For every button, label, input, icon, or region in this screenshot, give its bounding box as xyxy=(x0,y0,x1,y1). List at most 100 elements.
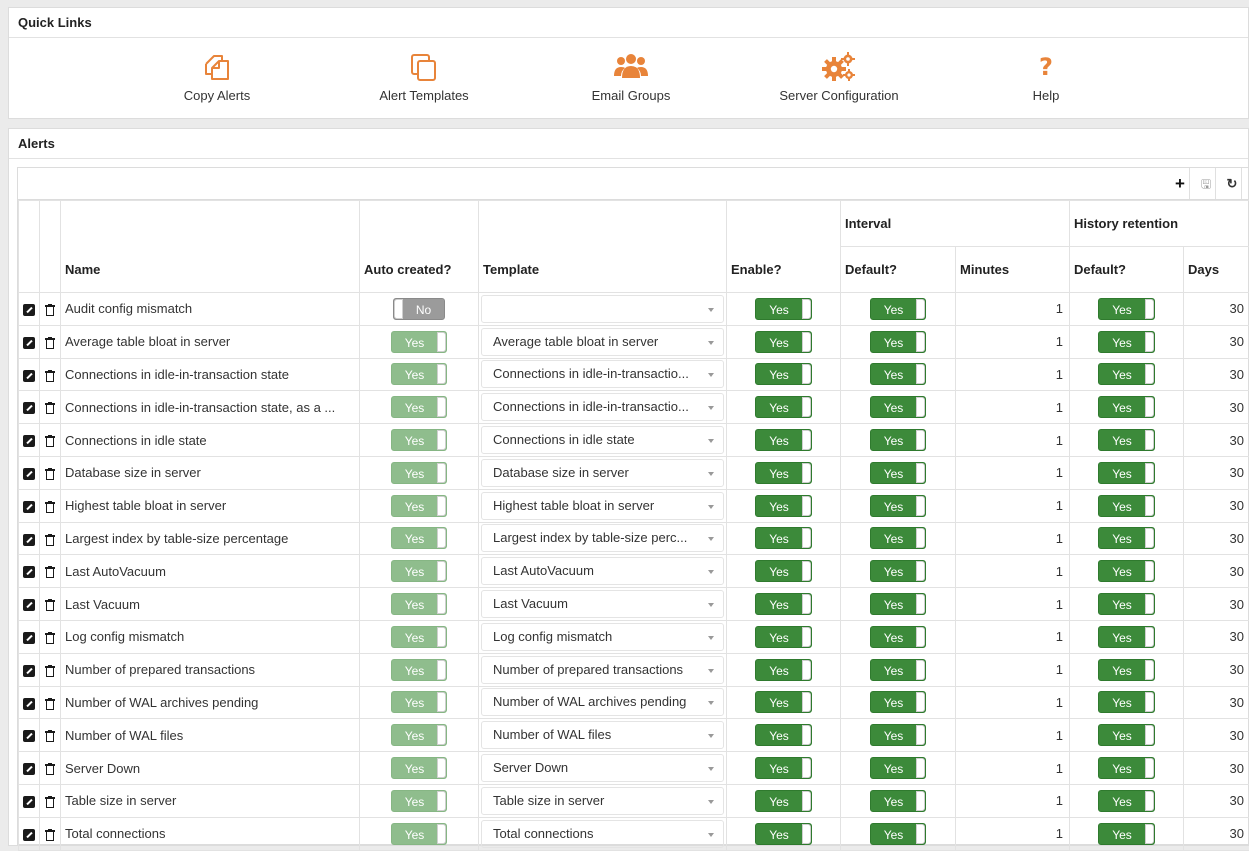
history-default-toggle[interactable]: Yes xyxy=(1098,724,1155,746)
trash-icon[interactable] xyxy=(45,402,55,414)
trash-icon[interactable] xyxy=(45,763,55,775)
trash-icon[interactable] xyxy=(45,304,55,316)
edit-icon[interactable] xyxy=(23,337,35,349)
enable-toggle[interactable]: Yes xyxy=(755,495,812,517)
history-default-toggle[interactable]: Yes xyxy=(1098,757,1155,779)
interval-minutes[interactable]: 1 xyxy=(956,293,1070,326)
trash-icon[interactable] xyxy=(45,796,55,808)
interval-default-toggle[interactable]: Yes xyxy=(870,527,927,549)
auto-created-toggle[interactable]: Yes xyxy=(391,396,448,418)
template-select[interactable]: Server Down xyxy=(481,754,724,782)
enable-toggle[interactable]: Yes xyxy=(755,593,812,615)
enable-toggle[interactable]: Yes xyxy=(755,724,812,746)
auto-created-toggle[interactable]: Yes xyxy=(391,429,448,451)
history-default-toggle[interactable]: Yes xyxy=(1098,298,1155,320)
interval-default-toggle[interactable]: Yes xyxy=(870,363,927,385)
history-default-toggle[interactable]: Yes xyxy=(1098,396,1155,418)
trash-icon[interactable] xyxy=(45,501,55,513)
interval-default-toggle[interactable]: Yes xyxy=(870,691,927,713)
trash-icon[interactable] xyxy=(45,829,55,841)
interval-default-toggle[interactable]: Yes xyxy=(870,462,927,484)
auto-created-toggle[interactable]: Yes xyxy=(391,724,448,746)
auto-created-toggle[interactable]: No xyxy=(393,298,445,320)
interval-minutes[interactable]: 1 xyxy=(956,424,1070,457)
edit-icon[interactable] xyxy=(23,370,35,382)
enable-toggle[interactable]: Yes xyxy=(755,527,812,549)
history-days[interactable]: 30 xyxy=(1184,424,1249,457)
interval-minutes[interactable]: 1 xyxy=(956,358,1070,391)
interval-minutes[interactable]: 1 xyxy=(956,456,1070,489)
alert-name[interactable]: Number of WAL archives pending xyxy=(61,686,360,719)
edit-icon[interactable] xyxy=(23,665,35,677)
template-select[interactable]: Total connections xyxy=(481,820,724,848)
trash-icon[interactable] xyxy=(45,698,55,710)
history-days[interactable]: 30 xyxy=(1184,489,1249,522)
template-select[interactable]: Connections in idle-in-transactio... xyxy=(481,393,724,421)
enable-toggle[interactable]: Yes xyxy=(755,560,812,582)
history-days[interactable]: 30 xyxy=(1184,358,1249,391)
template-select[interactable]: Average table bloat in server xyxy=(481,328,724,356)
history-default-toggle[interactable]: Yes xyxy=(1098,626,1155,648)
alert-templates-link[interactable]: Alert Templates xyxy=(344,50,504,103)
template-select[interactable]: Connections in idle state xyxy=(481,426,724,454)
enable-toggle[interactable]: Yes xyxy=(755,298,812,320)
template-select[interactable]: Number of WAL archives pending xyxy=(481,688,724,716)
interval-default-toggle[interactable]: Yes xyxy=(870,659,927,681)
save-button[interactable]: 🖫 xyxy=(1194,172,1218,196)
enable-toggle[interactable]: Yes xyxy=(755,659,812,681)
enable-header[interactable]: Enable? xyxy=(727,201,841,293)
auto-created-toggle[interactable]: Yes xyxy=(391,790,448,812)
trash-icon[interactable] xyxy=(45,730,55,742)
alert-name[interactable]: Number of prepared transactions xyxy=(61,653,360,686)
history-days[interactable]: 30 xyxy=(1184,719,1249,752)
trash-icon[interactable] xyxy=(45,599,55,611)
history-days[interactable]: 30 xyxy=(1184,522,1249,555)
name-header[interactable]: Name xyxy=(61,201,360,293)
trash-icon[interactable] xyxy=(45,534,55,546)
template-select[interactable]: Last AutoVacuum xyxy=(481,557,724,585)
enable-toggle[interactable]: Yes xyxy=(755,331,812,353)
alert-name[interactable]: Average table bloat in server xyxy=(61,325,360,358)
edit-icon[interactable] xyxy=(23,534,35,546)
enable-toggle[interactable]: Yes xyxy=(755,790,812,812)
auto-created-toggle[interactable]: Yes xyxy=(391,495,448,517)
template-select[interactable]: Highest table bloat in server xyxy=(481,492,724,520)
alert-name[interactable]: Log config mismatch xyxy=(61,620,360,653)
history-days[interactable]: 30 xyxy=(1184,620,1249,653)
template-select[interactable]: Database size in server xyxy=(481,459,724,487)
history-default-toggle[interactable]: Yes xyxy=(1098,527,1155,549)
interval-minutes[interactable]: 1 xyxy=(956,686,1070,719)
history-days[interactable]: 30 xyxy=(1184,293,1249,326)
interval-minutes[interactable]: 1 xyxy=(956,391,1070,424)
edit-icon[interactable] xyxy=(23,698,35,710)
interval-minutes[interactable]: 1 xyxy=(956,489,1070,522)
auto-created-toggle[interactable]: Yes xyxy=(391,823,448,845)
history-days-header[interactable]: Days xyxy=(1184,247,1249,293)
edit-icon[interactable] xyxy=(23,632,35,644)
alert-name[interactable]: Last Vacuum xyxy=(61,588,360,621)
history-default-toggle[interactable]: Yes xyxy=(1098,659,1155,681)
template-select[interactable]: Last Vacuum xyxy=(481,590,724,618)
history-days[interactable]: 30 xyxy=(1184,391,1249,424)
template-select[interactable]: Number of WAL files xyxy=(481,721,724,749)
history-default-toggle[interactable]: Yes xyxy=(1098,331,1155,353)
interval-default-toggle[interactable]: Yes xyxy=(870,396,927,418)
history-default-toggle[interactable]: Yes xyxy=(1098,429,1155,451)
auto-created-toggle[interactable]: Yes xyxy=(391,659,448,681)
auto-created-toggle[interactable]: Yes xyxy=(391,462,448,484)
history-days[interactable]: 30 xyxy=(1184,817,1249,850)
interval-minutes[interactable]: 1 xyxy=(956,588,1070,621)
history-default-toggle[interactable]: Yes xyxy=(1098,691,1155,713)
edit-icon[interactable] xyxy=(23,501,35,513)
history-days[interactable]: 30 xyxy=(1184,588,1249,621)
edit-icon[interactable] xyxy=(23,730,35,742)
interval-minutes[interactable]: 1 xyxy=(956,555,1070,588)
interval-default-toggle[interactable]: Yes xyxy=(870,298,927,320)
history-default-toggle[interactable]: Yes xyxy=(1098,495,1155,517)
auto-created-toggle[interactable]: Yes xyxy=(391,331,448,353)
enable-toggle[interactable]: Yes xyxy=(755,626,812,648)
history-default-toggle[interactable]: Yes xyxy=(1098,462,1155,484)
edit-icon[interactable] xyxy=(23,796,35,808)
enable-toggle[interactable]: Yes xyxy=(755,396,812,418)
history-days[interactable]: 30 xyxy=(1184,784,1249,817)
